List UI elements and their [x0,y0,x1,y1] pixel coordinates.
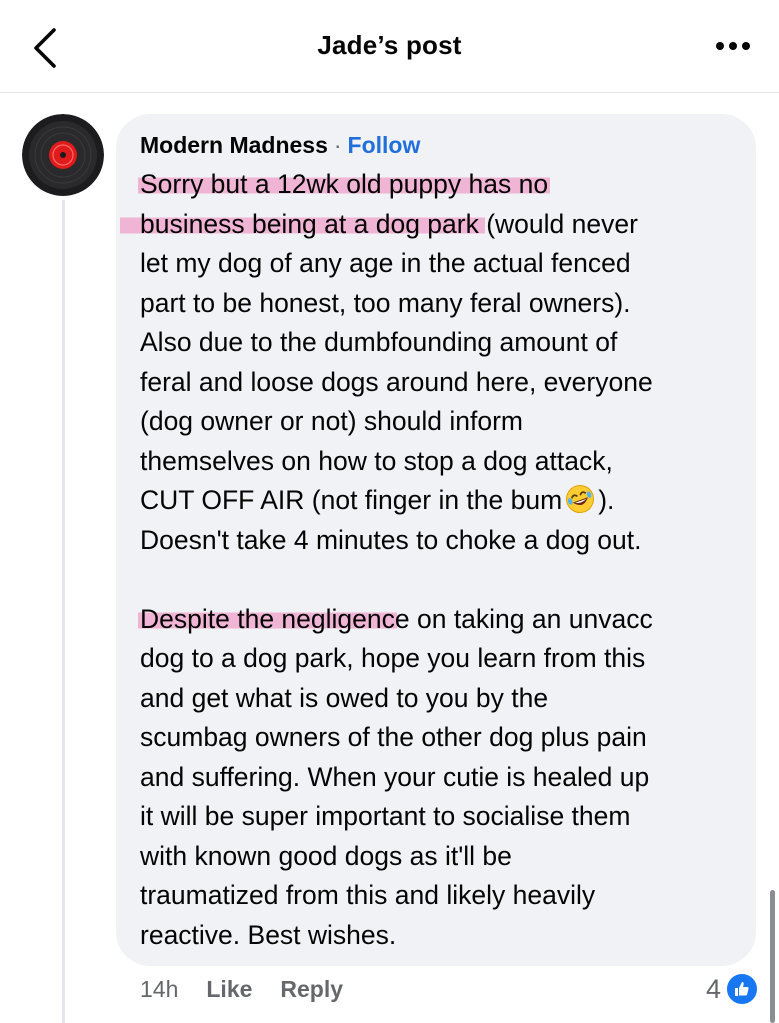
comment-line: reactive. Best wishes. [140,919,397,950]
comment-line: scumbag owners of the other dog plus pai… [140,722,647,752]
comment-timestamp: 14h [140,976,179,1002]
reaction-summary[interactable]: 4 [706,972,759,1006]
comment-line: Despite the negligence on taking an unva… [138,600,740,640]
comment-line: Sorry but a 12wk old puppy has no [138,165,740,205]
like-button[interactable]: Like [206,976,252,1002]
more-horizontal-icon [716,42,750,50]
post-header: Jade’s post [0,0,779,93]
comment-line: feral and loose dogs around here, everyo… [140,366,653,397]
comment-line: it will be super important to socialise … [140,801,631,831]
avatar[interactable] [22,114,104,196]
comment-line: Doesn't take 4 minutes to choke a dog ou… [140,524,642,555]
comment-line: Also due to the dumbfounding amount of [140,327,618,357]
author-name[interactable]: Modern Madness [140,132,328,158]
more-options-button[interactable] [713,36,753,56]
comment-line: traumatized from this and likely heavily [140,880,596,910]
comment-author-line: Modern Madness · Follow [140,132,420,159]
record-avatar-icon [22,114,104,196]
paragraph-break [140,560,740,600]
comment-line: and suffering. When your cutie is healed… [140,761,650,792]
reply-button[interactable]: Reply [280,976,343,1002]
comment-line: business being at a dog park (would neve… [120,205,740,245]
comment-text-segment: e on taking an unvacc [394,603,653,634]
comment-line: dog to a dog park, hope you learn from t… [140,643,646,673]
separator-dot: · [333,132,342,158]
comment-actions: 14h Like Reply [140,976,343,1003]
highlighted-text: Despite the negligenc [138,603,397,634]
laughing-emoji-icon [565,484,595,514]
comment-text-segment: (would never [478,208,638,239]
comment-line: with known good dogs as it'll be [140,840,512,871]
comment-line: let my dog of any age in the actual fenc… [140,248,631,278]
comment-line: themselves on how to stop a dog attack, [140,445,613,476]
reaction-count: 4 [705,973,721,1004]
comment-line: part to be honest, too many feral owners… [140,287,631,318]
comment-line: and get what is owed to you by the [140,682,549,713]
follow-button[interactable]: Follow [348,132,421,158]
comment-line: (dog owner or not) should inform [140,406,523,436]
comment-line: CUT OFF AIR (not finger in the bum ). [140,481,740,521]
scrollbar[interactable] [770,890,775,1023]
highlighted-text: Sorry but a 12wk old puppy has no [138,169,551,199]
like-thumb-icon [725,972,759,1006]
comment-text-segment: CUT OFF AIR (not finger in the bum [140,485,563,515]
comment-text: Sorry but a 12wk old puppy has no busine… [120,165,740,955]
highlighted-text: business being at a dog park [120,208,485,239]
comment-text-segment: ). [598,485,615,515]
page-title: Jade’s post [317,30,462,60]
thread-line [62,200,65,1023]
